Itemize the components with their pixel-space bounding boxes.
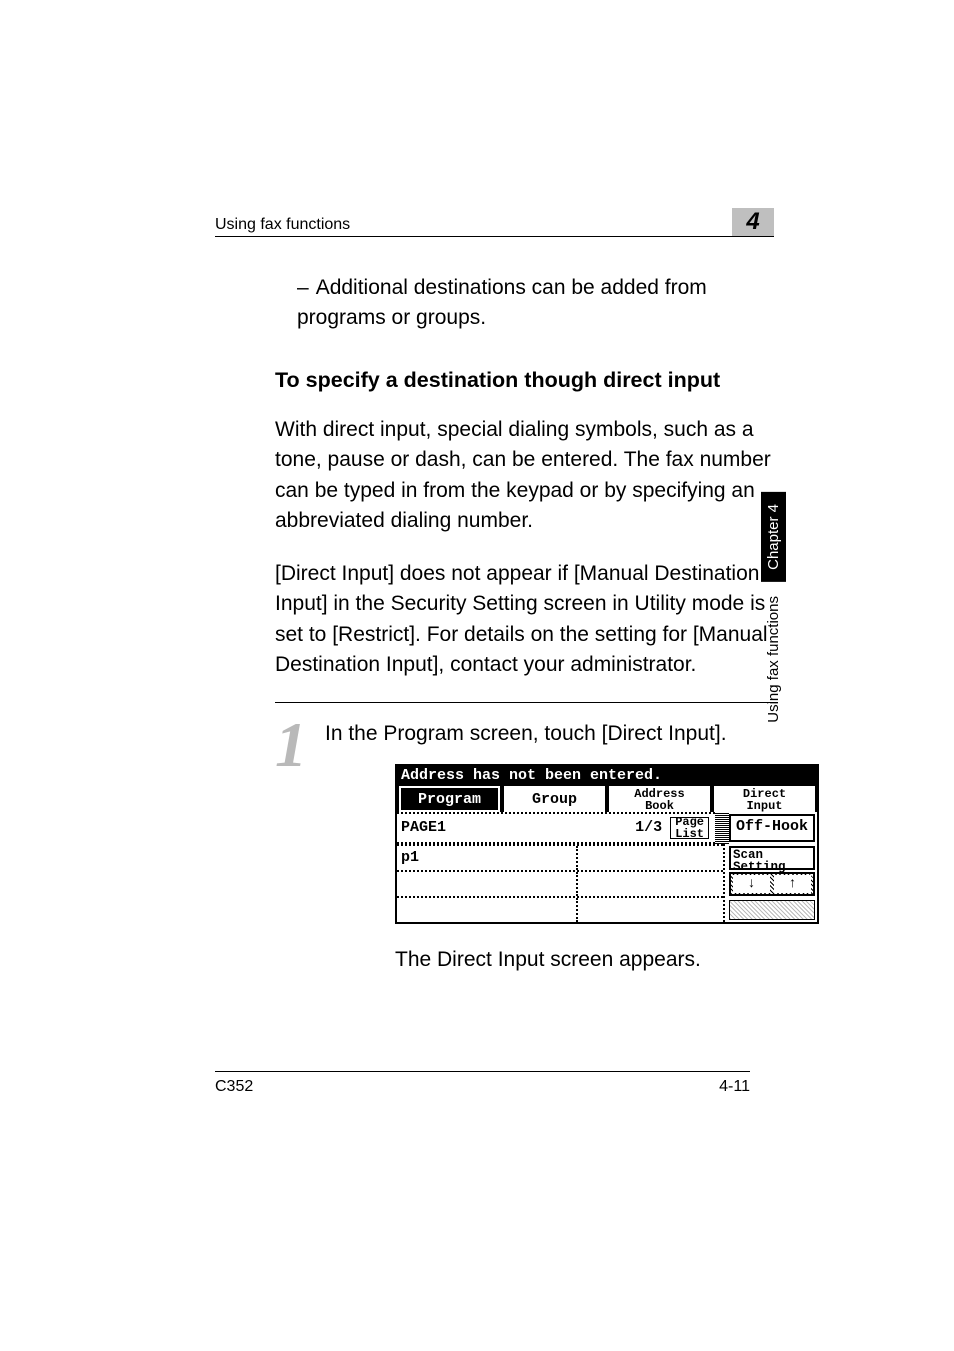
paragraph-1: With direct input, special dialing symbo… xyxy=(275,415,774,537)
program-cell-empty-3[interactable] xyxy=(578,872,723,896)
side-chapter-label: Chapter 4 xyxy=(761,492,786,582)
arrow-up-button[interactable]: ↑ xyxy=(774,875,811,893)
step-1-text: In the Program screen, touch [Direct Inp… xyxy=(325,719,819,749)
page-info-row: PAGE1 1/3 Page List Off-Hook xyxy=(395,812,819,844)
tab-direct-input[interactable]: Direct Input xyxy=(714,786,815,812)
program-cell-empty-1[interactable] xyxy=(578,846,723,870)
page-label: PAGE1 xyxy=(401,819,446,836)
footer-page: 4-11 xyxy=(719,1078,750,1096)
section-title: Using fax functions xyxy=(215,216,350,234)
scroll-arrows: ↓ ↑ xyxy=(729,872,815,896)
off-hook-button[interactable]: Off-Hook xyxy=(729,814,815,842)
hatch-divider xyxy=(715,812,729,844)
status-bar: Address has not been entered. xyxy=(395,764,819,784)
chapter-number-box: 4 xyxy=(732,208,774,236)
arrow-down-icon: ↓ xyxy=(747,876,755,892)
tab-group[interactable]: Group xyxy=(504,786,605,812)
result-text: The Direct Input screen appears. xyxy=(395,948,819,972)
chapter-number: 4 xyxy=(746,208,759,236)
page-header: Using fax functions 4 xyxy=(215,208,774,237)
page-footer: C352 4-11 xyxy=(215,1071,750,1096)
page-count: 1/3 xyxy=(635,819,662,836)
paragraph-2: [Direct Input] does not appear if [Manua… xyxy=(275,559,774,681)
step-number: 1 xyxy=(275,723,307,768)
arrow-down-button[interactable]: ↓ xyxy=(733,875,770,893)
note-text: Additional destinations can be added fro… xyxy=(297,276,707,329)
hatched-area xyxy=(729,900,815,920)
step-1: 1 In the Program screen, touch [Direct I… xyxy=(275,702,774,971)
program-cell-empty-2[interactable] xyxy=(397,872,578,896)
device-screenshot: Address has not been entered. Program Gr… xyxy=(395,764,819,924)
side-section-label: Using fax functions xyxy=(765,596,782,723)
side-tab: Chapter 4 Using fax functions xyxy=(761,492,786,723)
program-cell-empty-5[interactable] xyxy=(578,898,723,922)
subsection-heading: To specify a destination though direct i… xyxy=(275,368,774,393)
program-cell-empty-4[interactable] xyxy=(397,898,578,922)
page-list-button[interactable]: Page List xyxy=(670,817,709,839)
arrow-up-icon: ↑ xyxy=(788,876,796,892)
scan-setting-button[interactable]: ScanSetting xyxy=(729,846,815,870)
dash-icon: – xyxy=(297,273,311,303)
tab-program[interactable]: Program xyxy=(399,786,500,812)
tab-row: Program Group Address Book Direct Input xyxy=(395,784,819,812)
note-line: – Additional destinations can be added f… xyxy=(297,273,774,334)
tab-address-book[interactable]: Address Book xyxy=(609,786,710,812)
program-grid: p1 xyxy=(395,844,819,924)
footer-model: C352 xyxy=(215,1078,253,1096)
program-cell-p1[interactable]: p1 xyxy=(397,846,578,870)
